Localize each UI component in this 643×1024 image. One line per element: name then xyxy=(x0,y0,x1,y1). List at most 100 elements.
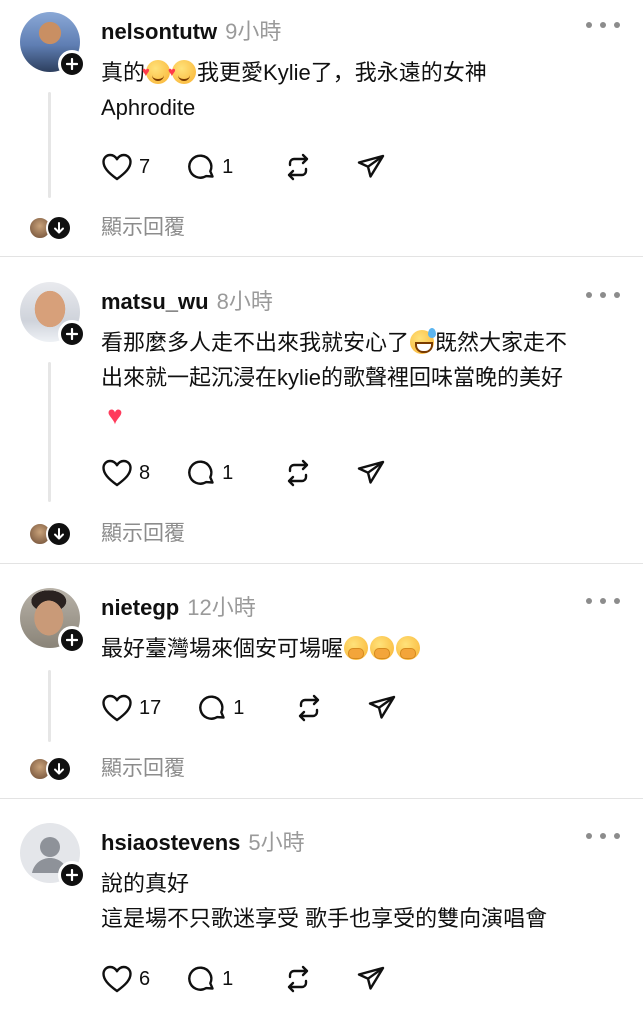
comment-icon xyxy=(186,458,216,488)
like-count: 17 xyxy=(139,696,162,719)
more-options-icon[interactable] xyxy=(586,598,620,606)
thread-line xyxy=(48,670,51,742)
text-segment: 這是場不只歌迷享受 歌手也享受的雙向演唱會 xyxy=(101,906,548,931)
post: matsu_wu 8小時 看那麼多人走不出來我就安心了 既然大家走不出來就一起沉浸在… xyxy=(0,270,643,563)
username[interactable]: hsiaostevens 5小時 xyxy=(101,825,305,857)
post-text: 說的真好這是場不只歌迷享受 歌手也享受的雙向演唱會 xyxy=(101,866,621,936)
like-button[interactable]: 7 xyxy=(101,152,150,182)
show-replies[interactable]: 顯示回覆 xyxy=(28,213,185,243)
repost-icon xyxy=(283,152,313,182)
post: nelsontutw9小時 真的 我更愛Kylie了，我永遠的女神Aphrodit… xyxy=(0,0,643,256)
action-bar: 17 1 xyxy=(101,692,397,724)
like-button[interactable]: 8 xyxy=(101,458,150,488)
separator xyxy=(0,798,643,799)
repost-button[interactable] xyxy=(294,693,324,723)
arrow-down-icon xyxy=(46,215,72,241)
reply-avatars xyxy=(28,214,76,242)
more-options-icon[interactable] xyxy=(586,292,620,300)
like-count: 7 xyxy=(139,155,151,178)
send-icon xyxy=(367,693,397,723)
heart-outline-icon xyxy=(101,458,133,488)
action-bar: 81 xyxy=(101,457,386,489)
send-icon xyxy=(356,964,386,994)
arrow-down-icon xyxy=(46,756,72,782)
follow-plus-icon[interactable] xyxy=(58,320,86,348)
send-icon xyxy=(356,458,386,488)
text-segment: 說的真好 xyxy=(101,871,190,896)
separator xyxy=(0,563,643,564)
grinning-sweat-icon xyxy=(410,328,437,354)
timestamp: 8小時 xyxy=(216,289,273,314)
share-button[interactable] xyxy=(356,152,386,182)
show-replies[interactable]: 顯示回覆 xyxy=(28,519,185,549)
follow-plus-icon[interactable] xyxy=(58,626,86,654)
repost-icon xyxy=(294,693,324,723)
post-text-line: 最好臺灣場來個安可場喔 xyxy=(101,631,621,666)
repost-button[interactable] xyxy=(283,458,313,488)
action-bar: 61 xyxy=(101,963,386,995)
text-segment: Aphrodite xyxy=(101,95,196,120)
post-text-line: 這是場不只歌迷享受 歌手也享受的雙向演唱會 xyxy=(101,901,621,936)
comment-button[interactable]: 1 xyxy=(186,152,233,182)
text-segment: 既然大家走不 xyxy=(435,330,568,355)
show-replies[interactable]: 顯示回覆 xyxy=(28,754,185,784)
text-segment: 看那麼多人走不出來我就安心了 xyxy=(101,330,410,355)
post-text-line: Aphrodite xyxy=(101,90,621,125)
reply-avatars xyxy=(28,755,76,783)
like-button[interactable]: 17 xyxy=(101,693,161,723)
arrow-down-icon xyxy=(46,521,72,547)
post-text-line: 真的 我更愛Kylie了，我永遠的女神 xyxy=(101,54,621,90)
text-segment: 出來就一起沉浸在kylie的歌聲裡回味當晚的美好 xyxy=(101,365,564,390)
show-replies-label: 顯示回覆 xyxy=(101,522,185,545)
comment-count: 1 xyxy=(233,696,245,719)
repost-icon xyxy=(283,964,313,994)
smiling-face-with-hearts-icon xyxy=(142,54,171,89)
thread-line xyxy=(48,362,51,502)
like-button[interactable]: 6 xyxy=(101,964,150,994)
action-bar: 71 xyxy=(101,151,386,183)
username[interactable]: matsu_wu 8小時 xyxy=(101,284,273,316)
heart-outline-icon xyxy=(101,964,133,994)
heart-outline-icon xyxy=(101,693,133,723)
reply-avatars xyxy=(28,520,76,548)
timestamp: 9小時 xyxy=(225,19,282,44)
post-text-line: 出來就一起沉浸在kylie的歌聲裡回味當晚的美好 xyxy=(101,360,621,395)
like-count: 6 xyxy=(139,967,151,990)
text-segment: 真的 xyxy=(101,60,146,85)
repost-icon xyxy=(283,458,313,488)
show-replies-label: 顯示回覆 xyxy=(101,757,185,780)
comment-button[interactable]: 1 xyxy=(197,693,244,723)
text-segment: 我更愛Kylie了，我永遠的女神 xyxy=(197,60,487,85)
separator xyxy=(0,256,643,257)
post-text-line: 看那麼多人走不出來我就安心了 既然大家走不 xyxy=(101,325,621,360)
comment-count: 1 xyxy=(222,461,234,484)
post: nietegp 12小時 最好臺灣場來個安可場喔 17 1 顯示回覆 xyxy=(0,576,643,798)
text-segment: 最好臺灣場來個安可場喔 xyxy=(101,636,344,661)
more-options-icon[interactable] xyxy=(586,833,620,841)
comment-icon xyxy=(186,964,216,994)
share-button[interactable] xyxy=(356,458,386,488)
timestamp: 5小時 xyxy=(248,830,305,855)
post-text: 看那麼多人走不出來我就安心了 既然大家走不出來就一起沉浸在kylie的歌聲裡回味當… xyxy=(101,325,621,430)
face-with-hand-over-mouth-icon xyxy=(344,636,369,660)
username[interactable]: nelsontutw 9小時 xyxy=(101,14,281,46)
comment-button[interactable]: 1 xyxy=(186,964,233,994)
show-replies-label: 顯示回覆 xyxy=(101,216,185,239)
follow-plus-icon[interactable] xyxy=(58,50,86,78)
comment-button[interactable]: 1 xyxy=(186,458,233,488)
share-button[interactable] xyxy=(367,693,397,723)
post-text-line: ♥ xyxy=(101,395,621,430)
red-heart-icon: ♥ xyxy=(107,400,123,430)
face-with-hand-over-mouth-icon xyxy=(396,636,421,660)
repost-button[interactable] xyxy=(283,152,313,182)
comment-icon xyxy=(186,152,216,182)
repost-button[interactable] xyxy=(283,964,313,994)
username[interactable]: nietegp 12小時 xyxy=(101,590,256,622)
follow-plus-icon[interactable] xyxy=(58,861,86,889)
post-text-line: 說的真好 xyxy=(101,866,621,901)
face-with-hand-over-mouth-icon xyxy=(370,636,395,660)
thread-line xyxy=(48,92,51,198)
post-text: 最好臺灣場來個安可場喔 xyxy=(101,631,621,666)
share-button[interactable] xyxy=(356,964,386,994)
more-options-icon[interactable] xyxy=(586,22,620,30)
